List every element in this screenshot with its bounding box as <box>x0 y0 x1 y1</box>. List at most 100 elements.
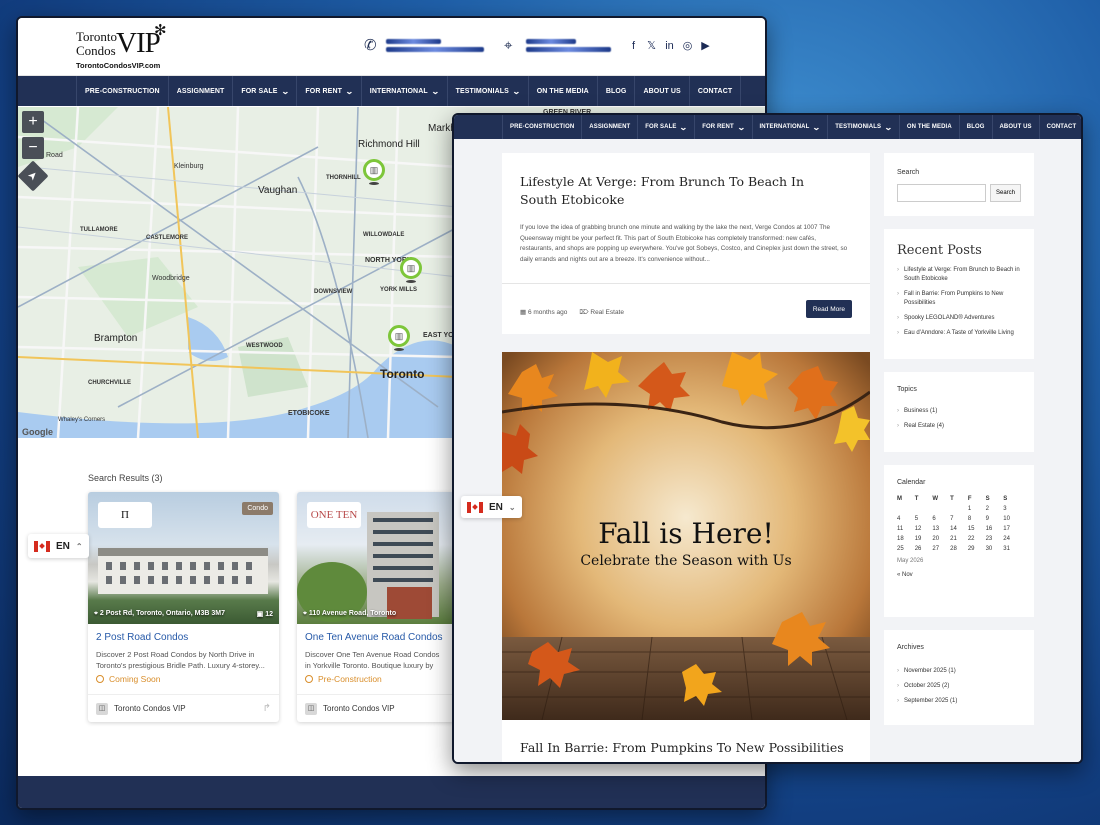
nav-label: PRE-CONSTRUCTION <box>510 124 575 130</box>
nav-label: ASSIGNMENT <box>176 87 225 95</box>
post-meta: ▦ 6 months ago ⌦ Real Estate <box>520 308 624 316</box>
calendar-day: 23 <box>985 536 993 542</box>
calendar-day: 8 <box>967 516 972 522</box>
nav-item-for-rent[interactable]: FOR RENT ⌄ <box>296 76 360 106</box>
language-switcher[interactable]: EN ⌃ <box>28 534 89 558</box>
main-nav: PRE-CONSTRUCTION ASSIGNMENT FOR SALE ⌄ FOR R… <box>18 76 765 106</box>
blog-nav-item-blog[interactable]: BLOG <box>958 115 992 139</box>
blog-nav-item-contact[interactable]: CONTACT <box>1038 115 1081 139</box>
listing-card[interactable]: ONE TEN ⌖ 110 Avenue Road, Toronto One T… <box>297 492 454 722</box>
archive-link[interactable]: October 2025 (2) <box>897 682 1021 691</box>
property-type-badge: Condo <box>242 502 273 515</box>
featured-image[interactable]: Fall is Here! Celebrate the Season with … <box>502 352 870 720</box>
nav-item-contact[interactable]: CONTACT <box>688 76 742 106</box>
developer-logo: Π <box>98 502 152 528</box>
share-icon[interactable]: ↱ <box>263 703 271 714</box>
map-label-kleinburg: Kleinburg <box>174 163 204 170</box>
chevron-down-icon: ⌄ <box>812 122 822 132</box>
language-switcher[interactable]: EN ⌄ <box>461 496 522 518</box>
listing-status: Pre-Construction <box>305 674 446 684</box>
map-label-east-york: EAST YO <box>423 332 454 339</box>
x-twitter-icon[interactable]: 𝕏 <box>646 40 657 52</box>
nav-item-pre-construction[interactable]: PRE-CONSTRUCTION <box>76 76 168 106</box>
youtube-icon[interactable]: ▶ <box>700 40 711 52</box>
post-title[interactable]: Fall In Barrie: From Pumpkins To New Pos… <box>520 740 844 755</box>
agent-avatar: ◫ <box>96 702 108 715</box>
agent-name[interactable]: Toronto Condos VIP <box>323 704 395 713</box>
search-results-title: Search Results (3) <box>88 473 163 483</box>
map-marker[interactable]: ▥ <box>400 257 422 285</box>
nav-item-assignment[interactable]: ASSIGNMENT <box>167 76 233 106</box>
archives-widget: Archives November 2025 (1) October 2025 (… <box>884 630 1034 725</box>
calendar-widget: Calendar M T W T F S S 1 2 3 4 5 6 7 8 9 10 11 12 13 14 15 16 1… <box>884 465 1034 617</box>
map-label-etobicoke: ETOBICOKE <box>288 410 330 417</box>
listing-status-text: Pre-Construction <box>318 674 382 684</box>
social-links: f 𝕏 in ◎ ▶ <box>628 40 711 52</box>
blog-nav-item-testimonials[interactable]: TESTIMONIALS ⌄ <box>827 115 899 139</box>
site-header: Toronto Condos VIP ✻ TorontoCondosVIP.co… <box>18 18 765 76</box>
archive-link[interactable]: November 2025 (1) <box>897 667 1021 676</box>
address-redacted <box>526 36 616 55</box>
search-input[interactable] <box>897 184 986 202</box>
archive-link[interactable]: September 2025 (1) <box>897 697 1021 706</box>
status-icon <box>96 675 104 683</box>
facebook-icon[interactable]: f <box>628 40 639 52</box>
recent-post-link[interactable]: Fall in Barrie: From Pumpkins to New Pos… <box>897 290 1021 308</box>
archives-title: Archives <box>897 644 924 651</box>
topic-link[interactable]: Real Estate (4) <box>897 422 1021 431</box>
divider <box>502 283 870 284</box>
chevron-down-icon: ⌄ <box>344 86 354 96</box>
topic-link[interactable]: Business (1) <box>897 407 1021 416</box>
read-more-button[interactable]: Read More <box>805 300 852 318</box>
instagram-icon[interactable]: ◎ <box>682 40 693 52</box>
calendar-prev-link[interactable]: « Nov <box>897 572 1021 578</box>
nav-item-for-sale[interactable]: FOR SALE ⌄ <box>232 76 296 106</box>
nav-label: CONTACT <box>1046 124 1077 130</box>
listing-title[interactable]: 2 Post Road Condos <box>96 632 271 643</box>
canada-flag-icon <box>467 501 483 513</box>
address-contact[interactable]: ⌖ <box>504 36 616 55</box>
zoom-in-button[interactable]: + <box>22 111 44 133</box>
zoom-out-button[interactable]: − <box>22 137 44 159</box>
recent-post-link[interactable]: Lifestyle at Verge: From Brunch to Beach… <box>897 266 1021 284</box>
nav-item-about-us[interactable]: ABOUT US <box>634 76 688 106</box>
post-category[interactable]: ⌦ Real Estate <box>579 308 624 316</box>
nav-item-international[interactable]: INTERNATIONAL ⌄ <box>360 76 447 106</box>
listing-title[interactable]: One Ten Avenue Road Condos <box>305 632 446 643</box>
blog-nav-item-for-rent[interactable]: FOR RENT ⌄ <box>694 115 751 139</box>
calendar-day <box>915 506 933 512</box>
listing-image[interactable]: ONE TEN ⌖ 110 Avenue Road, Toronto <box>297 492 454 624</box>
map-marker[interactable]: ▥ <box>363 159 385 187</box>
featured-title: Fall is Here! <box>598 517 774 550</box>
calendar-day: 17 <box>1003 526 1010 532</box>
recent-post-link[interactable]: Spooky LEGOLAND® Adventures <box>897 314 1021 323</box>
search-button[interactable]: Search <box>989 184 1021 202</box>
map-marker[interactable]: ▥ <box>388 325 410 353</box>
calendar-day: 26 <box>914 546 922 552</box>
map-label-road: Road <box>46 152 63 159</box>
blog-nav-item-about-us[interactable]: ABOUT US <box>991 115 1039 139</box>
blog-nav-item-pre-construction[interactable]: PRE-CONSTRUCTION <box>502 115 581 139</box>
listing-description: Discover 2 Post Road Condos by North Dri… <box>96 650 265 670</box>
calendar-day: 10 <box>1003 516 1010 522</box>
search-widget: Search Search <box>884 153 1034 216</box>
recent-post-link[interactable]: Eau d'Anndore: A Taste of Yorkville Livi… <box>897 329 1021 338</box>
building-icon: ▥ <box>363 159 385 181</box>
blog-nav-item-on-the-media[interactable]: ON THE MEDIA <box>898 115 959 139</box>
post-title[interactable]: Lifestyle At Verge: From Brunch To Beach… <box>520 173 840 209</box>
nav-item-testimonials[interactable]: TESTIMONIALS ⌄ <box>446 76 528 106</box>
blog-nav-item-for-sale[interactable]: FOR SALE ⌄ <box>637 115 694 139</box>
listing-card[interactable]: Π Condo ⌖ 2 Post Rd, Toronto, Ontario, M… <box>88 492 279 722</box>
nav-item-on-the-media[interactable]: ON THE MEDIA <box>527 76 597 106</box>
listing-footer: ◫ Toronto Condos VIP ↱ <box>88 694 279 722</box>
blog-nav-item-assignment[interactable]: ASSIGNMENT <box>581 115 637 139</box>
phone-contact[interactable]: ✆ <box>364 36 486 55</box>
agent-name[interactable]: Toronto Condos VIP <box>114 704 186 713</box>
topics-list: Business (1) Real Estate (4) <box>897 407 1021 431</box>
linkedin-icon[interactable]: in <box>664 40 675 52</box>
blog-nav-item-international[interactable]: INTERNATIONAL ⌄ <box>751 115 828 139</box>
map-label-richmond-hill: Richmond Hill <box>358 139 420 150</box>
listing-image[interactable]: Π Condo ⌖ 2 Post Rd, Toronto, Ontario, M… <box>88 492 279 624</box>
site-logo[interactable]: Toronto Condos VIP ✻ TorontoCondosVIP.co… <box>76 22 176 72</box>
nav-item-blog[interactable]: BLOG <box>596 76 635 106</box>
